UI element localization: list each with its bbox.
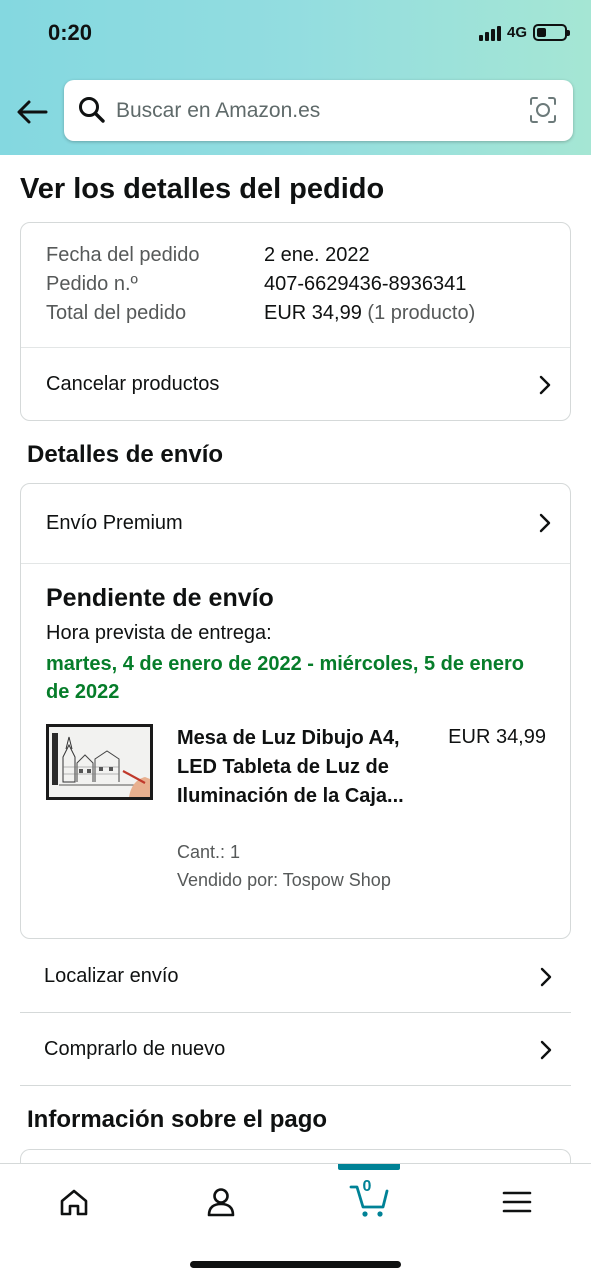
product-seller: Vendido por: Tospow Shop <box>177 870 391 890</box>
arrow-left-icon <box>17 100 48 124</box>
track-package-label: Localizar envío <box>44 965 179 987</box>
buy-again-label: Comprarlo de nuevo <box>44 1038 226 1060</box>
tab-cart[interactable]: 0 <box>339 1178 401 1222</box>
track-package-link[interactable]: Localizar envío <box>20 941 571 1013</box>
app-header: 0:20 4G <box>0 0 591 155</box>
status-indicators: 4G <box>478 24 570 41</box>
order-summary-card: Fecha del pedido 2 ene. 2022 Pedido n.º … <box>20 222 571 421</box>
page-title: Ver los detalles del pedido <box>20 173 385 205</box>
buy-again-link[interactable]: Comprarlo de nuevo <box>20 1014 571 1086</box>
person-icon <box>207 1188 235 1217</box>
eta-dates: martes, 4 de enero de 2022 - miércoles, … <box>46 653 525 703</box>
chevron-right-icon <box>540 967 552 986</box>
order-total-value: EUR 34,99 (1 producto) <box>264 302 475 325</box>
search-input[interactable] <box>116 94 516 128</box>
product-image[interactable] <box>46 724 153 800</box>
order-product-count: (1 producto) <box>367 302 476 324</box>
tab-menu[interactable] <box>487 1182 547 1222</box>
order-date-value: 2 ene. 2022 <box>264 244 370 266</box>
order-date-label: Fecha del pedido <box>46 244 200 266</box>
product-price: EUR 34,99 <box>448 726 546 748</box>
back-button[interactable] <box>14 94 50 130</box>
active-tab-indicator <box>338 1164 400 1170</box>
hamburger-menu-icon <box>502 1191 532 1213</box>
camera-scan-icon[interactable] <box>529 96 557 124</box>
tab-account[interactable] <box>191 1182 251 1222</box>
battery-icon <box>533 24 570 41</box>
shipping-method-link[interactable]: Envío Premium <box>21 484 570 562</box>
signal-icon <box>478 25 501 41</box>
cancel-products-link[interactable]: Cancelar productos <box>21 348 570 421</box>
network-type: 4G <box>506 24 527 41</box>
chevron-right-icon <box>539 513 551 533</box>
home-indicator <box>190 1261 401 1268</box>
magnifier-icon <box>79 97 105 123</box>
order-number-label: Pedido n.º <box>46 273 138 295</box>
shipping-method-label: Envío Premium <box>46 511 183 534</box>
chevron-right-icon <box>539 375 551 394</box>
order-total-label: Total del pedido <box>46 302 187 324</box>
shipping-section-title: Detalles de envío <box>27 441 224 468</box>
divider <box>21 563 570 564</box>
search-bar[interactable] <box>64 80 573 141</box>
cart-count: 0 <box>362 1178 372 1195</box>
chevron-right-icon <box>540 1040 552 1059</box>
tab-home[interactable] <box>44 1182 104 1222</box>
payment-section-title: Información sobre el pago <box>27 1106 328 1133</box>
home-icon <box>60 1189 88 1216</box>
order-number-value: 407-6629436-8936341 <box>264 273 467 295</box>
status-time: 0:20 <box>48 20 93 45</box>
order-total-amount: EUR 34,99 <box>264 302 362 324</box>
shipment-status-title: Pendiente de envío <box>46 584 274 612</box>
product-title-link[interactable]: Mesa de Luz Dibujo A4, LED Tableta de Lu… <box>177 724 427 811</box>
cancel-products-label: Cancelar productos <box>46 373 220 395</box>
product-quantity: Cant.: 1 <box>177 842 241 862</box>
shipping-card: Envío Premium Pendiente de envío Hora pr… <box>20 483 571 939</box>
eta-label: Hora prevista de entrega: <box>46 622 272 644</box>
light-pad-drawing-icon <box>49 727 150 797</box>
